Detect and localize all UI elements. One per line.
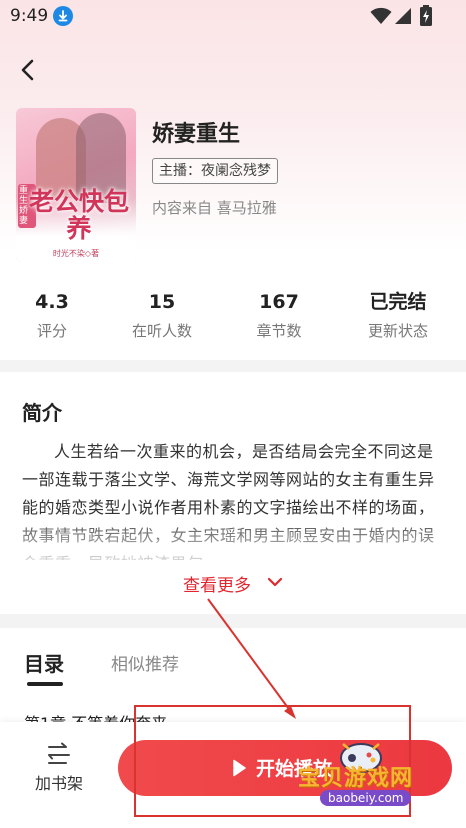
status-bar: 9:49: [0, 0, 466, 34]
add-to-shelf-label: 加书架: [34, 774, 83, 793]
wifi-icon: [370, 7, 392, 24]
stats-row: 4.3 评分 15 在听人数 167 章节数 已完结 更新状态: [0, 288, 466, 348]
stat-chapters: 167 章节数: [221, 288, 337, 341]
stat-rating: 4.3 评分: [0, 288, 110, 341]
stat-update-status: 已完结 更新状态: [340, 288, 456, 341]
chevron-down-icon[interactable]: [267, 576, 283, 588]
stat-value: 4.3: [35, 291, 69, 313]
show-more-link[interactable]: 查看更多: [183, 571, 251, 596]
book-cover[interactable]: 重生娇妻 老公快包养 时光不染◇著: [16, 108, 136, 262]
watermark-text: 宝贝游戏网: [298, 766, 414, 791]
stat-label: 评分: [36, 322, 67, 340]
intro-text: 人生若给一次重来的机会，是否结局会完全不同这是一部连载于落尘文学、海荒文学网等网…: [22, 442, 435, 560]
tab-indicator: [27, 682, 63, 686]
stat-label: 在听人数: [131, 322, 192, 340]
battery-charging-icon: [420, 5, 432, 26]
intro-heading: 简介: [22, 401, 62, 425]
watermark-url: baobeiy.com: [320, 790, 412, 806]
stat-listeners: 15 在听人数: [104, 288, 220, 341]
stat-label: 更新状态: [367, 322, 428, 340]
tab-similar[interactable]: 相似推荐: [111, 650, 179, 675]
intro-card: 简介 人生若给一次重来的机会，是否结局会完全不同这是一部连载于落尘文学、海荒文学…: [0, 372, 466, 614]
back-button[interactable]: [14, 56, 42, 84]
stat-value: 15: [148, 291, 176, 313]
add-to-shelf-button[interactable]: 加书架: [26, 740, 92, 800]
stat-value: 167: [259, 291, 299, 313]
cover-title: 老公快包养: [28, 187, 129, 243]
content-source: 内容来自 喜马拉雅: [152, 199, 277, 217]
signal-icon: [395, 8, 411, 24]
tab-catalog[interactable]: 目录: [24, 648, 64, 677]
download-icon: [53, 6, 73, 26]
bookshelf-add-icon: [48, 742, 70, 764]
cover-author: 时光不染◇著: [52, 249, 100, 258]
stat-value: 已完结: [369, 291, 427, 313]
status-time: 9:49: [10, 6, 49, 26]
book-title: 娇妻重生: [152, 122, 241, 147]
chevron-left-icon: [21, 59, 34, 81]
narrator-tag[interactable]: 主播：夜阑念残梦: [152, 158, 278, 184]
stat-label: 章节数: [256, 322, 302, 340]
